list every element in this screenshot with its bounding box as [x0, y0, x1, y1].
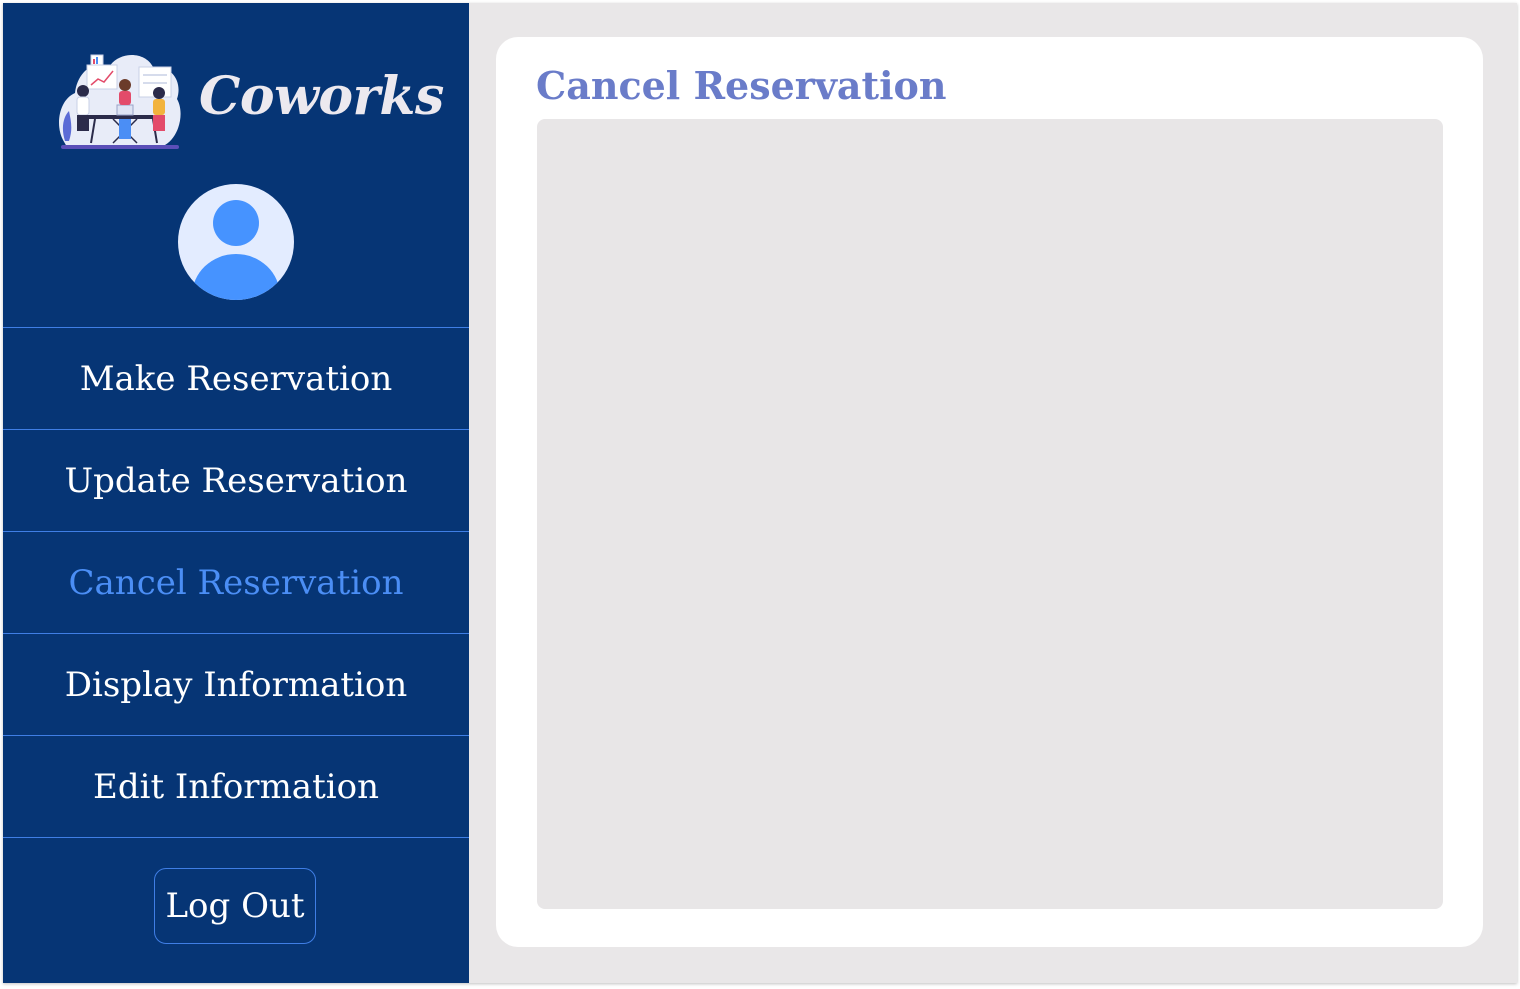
- logout-button[interactable]: Log Out: [154, 868, 316, 944]
- sidebar-item-label: Update Reservation: [64, 460, 408, 501]
- main-card: Cancel Reservation: [496, 37, 1483, 947]
- sidebar-item-label: Cancel Reservation: [68, 562, 404, 603]
- content-panel: [537, 119, 1443, 909]
- sidebar-item-update-reservation[interactable]: Update Reservation: [3, 429, 469, 531]
- coworking-team-illustration: [59, 54, 181, 149]
- sidebar-item-label: Make Reservation: [79, 358, 393, 399]
- sidebar: Coworks Make Reservation Update Reservat…: [3, 3, 469, 983]
- brand: Coworks: [53, 45, 444, 160]
- sidebar-item-make-reservation[interactable]: Make Reservation: [3, 327, 469, 429]
- sidebar-item-label: Edit Information: [93, 766, 379, 807]
- sidebar-item-display-information[interactable]: Display Information: [3, 633, 469, 735]
- app-name: Coworks: [199, 66, 444, 127]
- user-avatar-icon[interactable]: [178, 184, 294, 300]
- sidebar-nav: Make Reservation Update Reservation Canc…: [3, 327, 469, 838]
- app-window: Coworks Make Reservation Update Reservat…: [3, 3, 1517, 983]
- sidebar-item-edit-information[interactable]: Edit Information: [3, 735, 469, 838]
- sidebar-item-cancel-reservation[interactable]: Cancel Reservation: [3, 531, 469, 633]
- sidebar-item-label: Display Information: [64, 664, 408, 705]
- page-title: Cancel Reservation: [536, 63, 947, 108]
